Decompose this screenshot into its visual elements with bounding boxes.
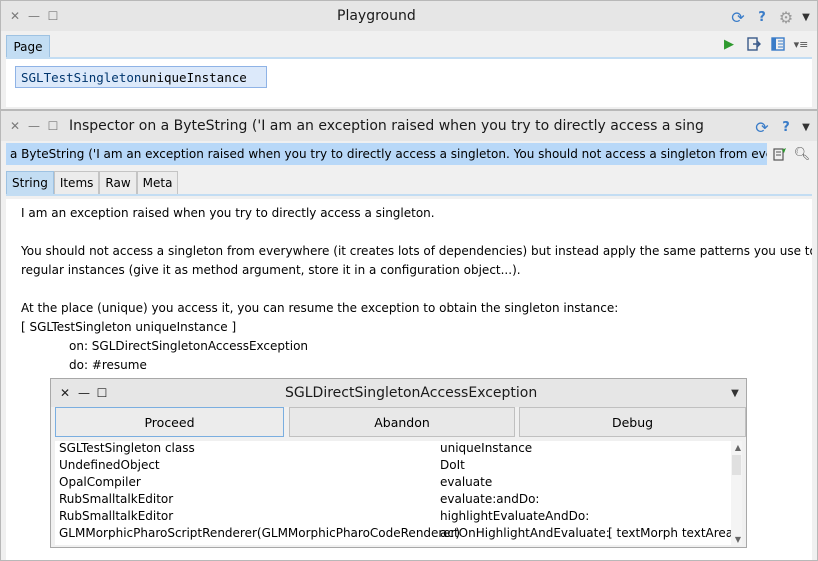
vertical-scrollbar[interactable]: ▲ ▼ [731, 441, 742, 545]
breadcrumb[interactable]: a ByteString ('I am an exception raised … [6, 143, 767, 165]
stack-selector: evaluate [440, 475, 493, 489]
text-line: You should not access a singleton from e… [21, 244, 812, 258]
minimize-icon[interactable]: — [26, 111, 42, 141]
tab-divider [6, 194, 812, 196]
debugger-window: ✕ — ☐ SGLDirectSingletonAccessException … [50, 378, 747, 548]
stack-row[interactable]: RubSmalltalkEditor highlightEvaluateAndD… [55, 509, 742, 526]
debugger-titlebar[interactable]: ✕ — ☐ SGLDirectSingletonAccessException … [51, 379, 746, 407]
window-title: Inspector on a ByteString ('I am an exce… [69, 118, 705, 134]
minimize-icon[interactable]: — [26, 1, 42, 31]
window-title: Playground [337, 8, 416, 24]
help-icon[interactable]: ? [777, 118, 795, 136]
text-line: on: SGLDirectSingletonAccessException [69, 339, 309, 353]
stack-selector: actOnHighlightAndEvaluate: [440, 526, 610, 540]
tab-items[interactable]: Items [53, 171, 100, 194]
text-line: [ SGLTestSingleton uniqueInstance ] [21, 320, 237, 334]
stack-receiver: RubSmalltalkEditor [59, 492, 174, 506]
stack-row[interactable]: OpalCompiler evaluate [55, 475, 742, 492]
window-title: SGLDirectSingletonAccessException [285, 385, 538, 401]
stack-row[interactable]: RubSmalltalkEditor evaluate:andDo: [55, 492, 742, 509]
scroll-thumb[interactable] [732, 455, 741, 475]
proceed-button[interactable]: Proceed [55, 407, 284, 437]
inspector-tabs: String Items Raw Meta [6, 171, 179, 194]
stack-selector: DoIt [440, 458, 465, 472]
stack-row[interactable]: GLMMorphicPharoScriptRenderer(GLMMorphic… [55, 526, 742, 543]
code-editor[interactable]: SGLTestSingleton uniqueInstance [6, 59, 812, 107]
tab-meta[interactable]: Meta [136, 171, 179, 194]
stack-row[interactable]: SGLTestSingleton class uniqueInstance [55, 441, 742, 458]
close-icon[interactable]: ✕ [7, 111, 23, 141]
close-icon[interactable]: ✕ [7, 1, 23, 31]
maximize-icon[interactable]: ☐ [45, 1, 61, 31]
text-line: I am an exception raised when you try to… [21, 206, 435, 220]
inspector-titlebar[interactable]: ✕ — ☐ Inspector on a ByteString ('I am a… [1, 111, 817, 141]
stack-list[interactable]: SGLTestSingleton class uniqueInstance Un… [55, 441, 742, 545]
stack-receiver: OpalCompiler [59, 475, 141, 489]
help-icon[interactable]: ? [753, 8, 771, 26]
tab-string[interactable]: String [6, 171, 54, 194]
text-line: At the place (unique) you access it, you… [21, 301, 619, 315]
stack-selector: uniqueInstance [440, 441, 533, 455]
code-selection[interactable]: SGLTestSingleton uniqueInstance [15, 66, 267, 88]
scroll-up-icon[interactable]: ▲ [735, 443, 741, 452]
playground-titlebar[interactable]: ✕ — ☐ Playground ⟳ ? ⚙ ▼ [1, 1, 817, 31]
maximize-icon[interactable]: ☐ [94, 379, 110, 407]
scroll-down-icon[interactable]: ▼ [735, 535, 741, 544]
browse-icon[interactable] [771, 145, 789, 163]
refresh-icon[interactable]: ⟳ [729, 8, 747, 27]
close-icon[interactable]: ✕ [57, 379, 73, 407]
stack-receiver: GLMMorphicPharoScriptRenderer(GLMMorphic… [59, 526, 461, 540]
menu-down-icon[interactable]: ▼ [727, 379, 743, 407]
text-line-blank [21, 280, 812, 299]
menu-down-icon[interactable]: ▼ [797, 8, 815, 26]
text-line: do: #resume [69, 358, 147, 372]
debug-button[interactable]: Debug [519, 407, 746, 437]
text-line-blank [21, 223, 812, 242]
text-line: regular instances (give it as method arg… [21, 263, 521, 277]
abandon-button[interactable]: Abandon [289, 407, 515, 437]
refresh-icon[interactable]: ⟳ [753, 118, 771, 137]
menu-down-icon[interactable]: ▼ [797, 118, 815, 136]
maximize-icon[interactable]: ☐ [45, 111, 61, 141]
gear-icon[interactable]: ⚙ [777, 8, 795, 27]
stack-receiver: UndefinedObject [59, 458, 160, 472]
list-menu-icon[interactable]: ▾≡ [792, 35, 810, 53]
playground-window: ✕ — ☐ Playground ⟳ ? ⚙ ▼ Page ▶ ▾≡ SGLTe… [0, 0, 818, 110]
minimize-icon[interactable]: — [76, 379, 92, 407]
debugger-actions: Proceed Abandon Debug [53, 407, 746, 437]
code-class: SGLTestSingleton [21, 69, 142, 85]
stack-selector: evaluate:andDo: [440, 492, 540, 506]
tab-page[interactable]: Page [6, 35, 50, 57]
stack-receiver: SGLTestSingleton class [59, 441, 195, 455]
stack-receiver: RubSmalltalkEditor [59, 509, 174, 523]
stack-extra: [ textMorph textArea ec [608, 526, 742, 540]
run-icon[interactable]: ▶ [720, 35, 738, 53]
code-message: uniqueInstance [141, 69, 247, 85]
stack-selector: highlightEvaluateAndDo: [440, 509, 590, 523]
tab-raw[interactable]: Raw [99, 171, 137, 194]
search-icon[interactable]: 🔍︎ [793, 145, 811, 163]
export-icon[interactable] [745, 35, 763, 53]
stack-row[interactable]: UndefinedObject DoIt [55, 458, 742, 475]
bindings-icon[interactable] [769, 35, 787, 53]
